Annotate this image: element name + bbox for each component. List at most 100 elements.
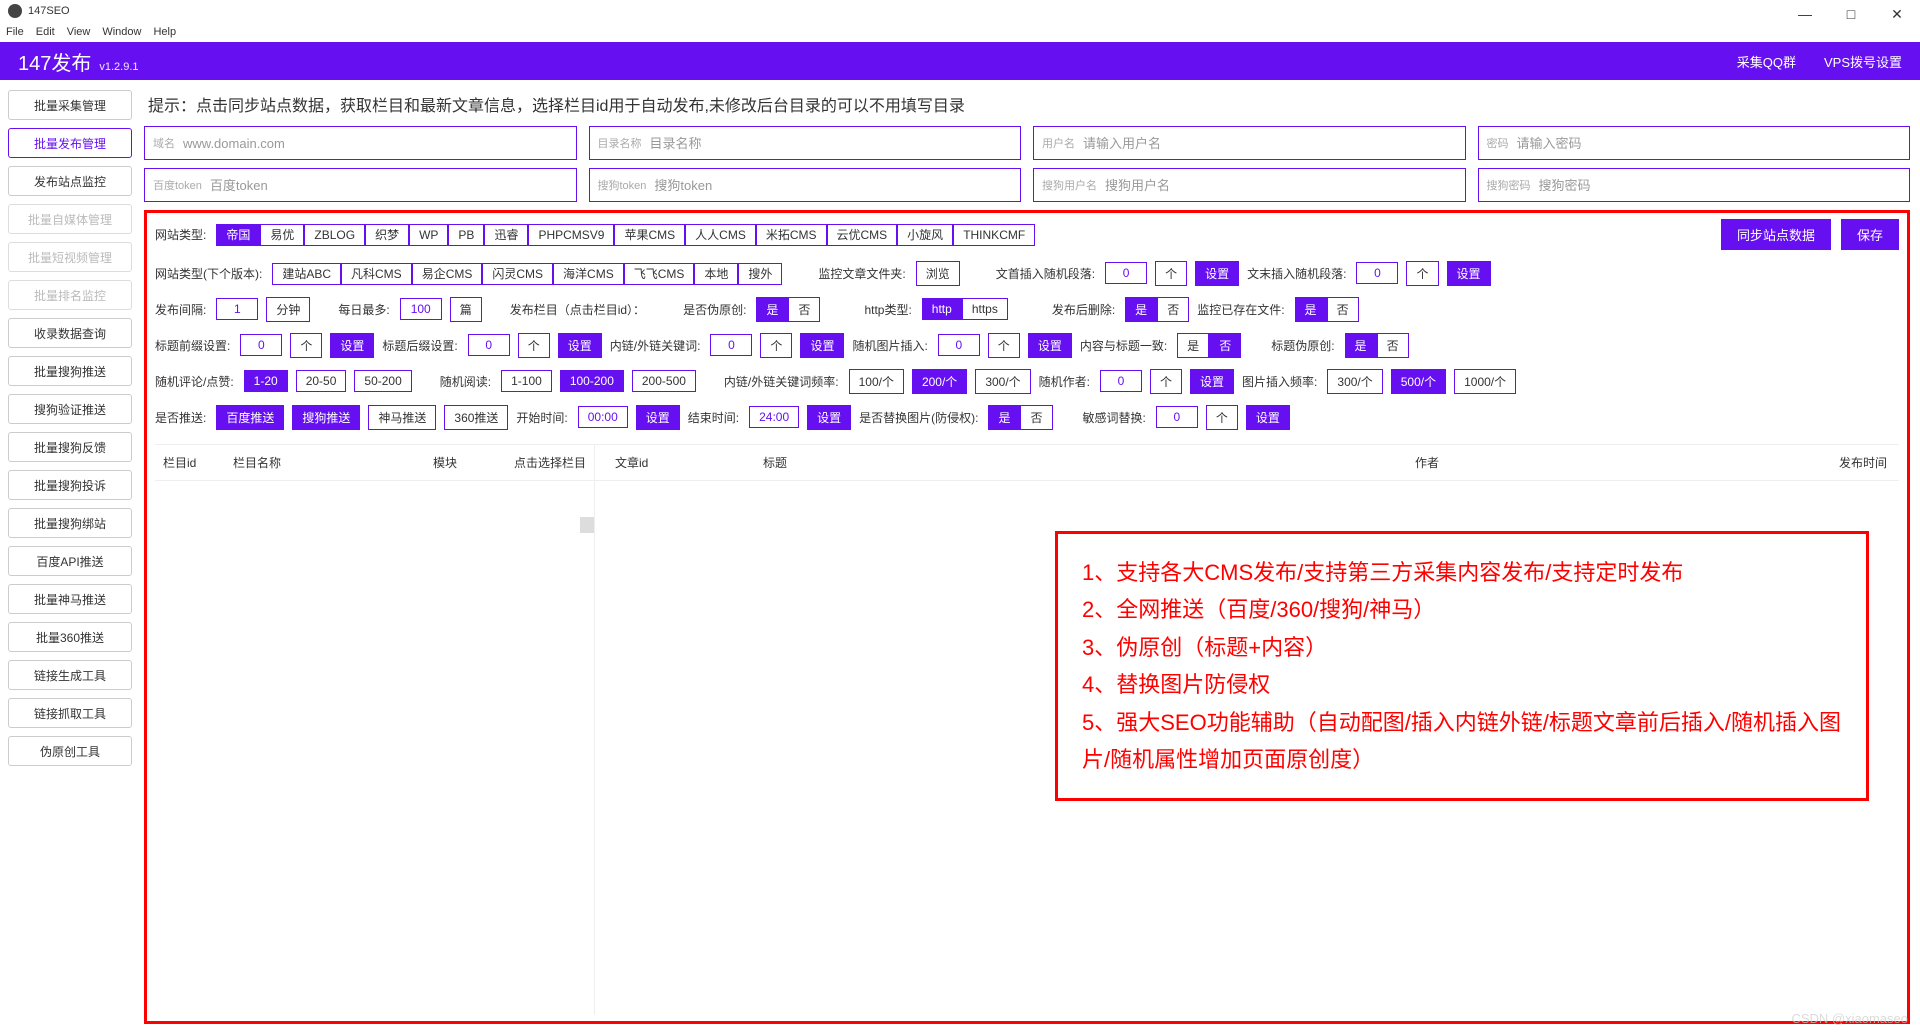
site-type-6[interactable]: 迅睿	[484, 224, 528, 246]
title-prefix-input[interactable]	[240, 334, 282, 356]
inputs1-input-1[interactable]	[650, 136, 1013, 151]
ct-no[interactable]: 否	[1209, 333, 1241, 358]
prefix-para-input[interactable]	[1105, 262, 1147, 284]
site-next-6[interactable]: 本地	[694, 263, 738, 285]
if-3[interactable]: 1000/个	[1454, 369, 1516, 394]
inputs2-input-2[interactable]	[1105, 178, 1457, 193]
site-next-1[interactable]: 凡科CMS	[341, 263, 412, 285]
sidebar-item-8[interactable]: 搜狗验证推送	[8, 394, 132, 424]
ri-no[interactable]: 否	[1020, 405, 1052, 430]
sidebar-item-7[interactable]: 批量搜狗推送	[8, 356, 132, 386]
menu-file[interactable]: File	[6, 26, 24, 38]
daily-max-input[interactable]	[400, 298, 442, 320]
site-type-11[interactable]: 云优CMS	[827, 224, 898, 246]
sidebar-item-2[interactable]: 发布站点监控	[8, 166, 132, 196]
sidebar-item-0[interactable]: 批量采集管理	[8, 90, 132, 120]
start-time-set[interactable]: 设置	[636, 405, 680, 430]
rr-3[interactable]: 200-500	[632, 370, 696, 392]
sync-button[interactable]: 同步站点数据	[1721, 219, 1831, 250]
fake-orig-no[interactable]: 否	[788, 297, 820, 322]
title-prefix-set[interactable]: 设置	[330, 333, 374, 358]
interval-input[interactable]	[216, 298, 258, 320]
monitor-no[interactable]: 否	[1327, 297, 1359, 322]
monitor-yes[interactable]: 是	[1295, 297, 1327, 322]
site-type-8[interactable]: 苹果CMS	[614, 224, 685, 246]
keyword-input[interactable]	[710, 334, 752, 356]
site-next-3[interactable]: 闪灵CMS	[482, 263, 553, 285]
title-suffix-set[interactable]: 设置	[558, 333, 602, 358]
sidebar-item-14[interactable]: 批量360推送	[8, 622, 132, 652]
header-link-qq[interactable]: 采集QQ群	[1737, 52, 1796, 71]
keyword-set[interactable]: 设置	[800, 333, 844, 358]
sidebar-item-4[interactable]: 批量短视频管理	[8, 242, 132, 272]
push-360[interactable]: 360推送	[444, 405, 508, 430]
site-type-9[interactable]: 人人CMS	[685, 224, 756, 246]
site-type-7[interactable]: PHPCMSV9	[528, 224, 614, 246]
rand-author-set[interactable]: 设置	[1190, 369, 1234, 394]
rc-3[interactable]: 50-200	[354, 370, 411, 392]
maximize-button[interactable]: □	[1828, 0, 1874, 28]
sidebar-item-13[interactable]: 批量神马推送	[8, 584, 132, 614]
sensitive-input[interactable]	[1156, 406, 1198, 428]
minimize-button[interactable]: —	[1782, 0, 1828, 28]
rand-img-input[interactable]	[938, 334, 980, 356]
menu-window[interactable]: Window	[102, 26, 141, 38]
sidebar-item-3[interactable]: 批量自媒体管理	[8, 204, 132, 234]
sidebar-item-11[interactable]: 批量搜狗绑站	[8, 508, 132, 538]
site-next-2[interactable]: 易企CMS	[412, 263, 483, 285]
browse-button[interactable]: 浏览	[916, 261, 960, 286]
site-type-12[interactable]: 小旋风	[897, 224, 953, 246]
site-type-1[interactable]: 易优	[260, 224, 304, 246]
start-time-input[interactable]	[578, 406, 628, 428]
site-type-10[interactable]: 米拓CMS	[756, 224, 827, 246]
push-baidu[interactable]: 百度推送	[216, 405, 284, 430]
fake-orig-yes[interactable]: 是	[756, 297, 788, 322]
push-sogou[interactable]: 搜狗推送	[292, 405, 360, 430]
site-type-0[interactable]: 帝国	[216, 224, 260, 246]
rr-1[interactable]: 1-100	[501, 370, 552, 392]
ct-yes[interactable]: 是	[1177, 333, 1209, 358]
tf-no[interactable]: 否	[1377, 333, 1409, 358]
sidebar-item-9[interactable]: 批量搜狗反馈	[8, 432, 132, 462]
header-link-vps[interactable]: VPS拨号设置	[1824, 52, 1902, 71]
inputs1-input-0[interactable]	[183, 136, 568, 151]
suffix-para-input[interactable]	[1356, 262, 1398, 284]
http-opt[interactable]: http	[922, 298, 962, 320]
sidebar-item-5[interactable]: 批量排名监控	[8, 280, 132, 310]
sidebar-item-16[interactable]: 链接抓取工具	[8, 698, 132, 728]
if-2[interactable]: 500/个	[1391, 369, 1446, 394]
menu-help[interactable]: Help	[153, 26, 176, 38]
rr-2[interactable]: 100-200	[560, 370, 624, 392]
end-time-set[interactable]: 设置	[807, 405, 851, 430]
delete-no[interactable]: 否	[1157, 297, 1189, 322]
inputs2-input-0[interactable]	[210, 178, 568, 193]
https-opt[interactable]: https	[962, 298, 1008, 320]
rand-author-input[interactable]	[1100, 370, 1142, 392]
prefix-para-set[interactable]: 设置	[1195, 261, 1239, 286]
rc-2[interactable]: 20-50	[296, 370, 347, 392]
delete-yes[interactable]: 是	[1125, 297, 1157, 322]
inputs2-input-1[interactable]	[654, 178, 1012, 193]
site-type-5[interactable]: PB	[448, 224, 484, 246]
title-suffix-input[interactable]	[468, 334, 510, 356]
site-type-13[interactable]: THINKCMF	[953, 224, 1035, 246]
kf-3[interactable]: 300/个	[975, 369, 1030, 394]
site-type-2[interactable]: ZBLOG	[304, 224, 365, 246]
sensitive-set[interactable]: 设置	[1246, 405, 1290, 430]
ri-yes[interactable]: 是	[988, 405, 1020, 430]
sidebar-item-6[interactable]: 收录数据查询	[8, 318, 132, 348]
site-type-4[interactable]: WP	[409, 224, 448, 246]
scrollbar-thumb[interactable]	[580, 517, 594, 533]
rc-1[interactable]: 1-20	[244, 370, 288, 392]
tf-yes[interactable]: 是	[1345, 333, 1377, 358]
menu-edit[interactable]: Edit	[36, 26, 55, 38]
inputs2-input-3[interactable]	[1539, 178, 1902, 193]
kf-1[interactable]: 100/个	[849, 369, 904, 394]
site-next-5[interactable]: 飞飞CMS	[624, 263, 695, 285]
site-next-7[interactable]: 搜外	[738, 263, 782, 285]
sidebar-item-17[interactable]: 伪原创工具	[8, 736, 132, 766]
push-shenma[interactable]: 神马推送	[368, 405, 436, 430]
sidebar-item-15[interactable]: 链接生成工具	[8, 660, 132, 690]
kf-2[interactable]: 200/个	[912, 369, 967, 394]
rand-img-set[interactable]: 设置	[1028, 333, 1072, 358]
